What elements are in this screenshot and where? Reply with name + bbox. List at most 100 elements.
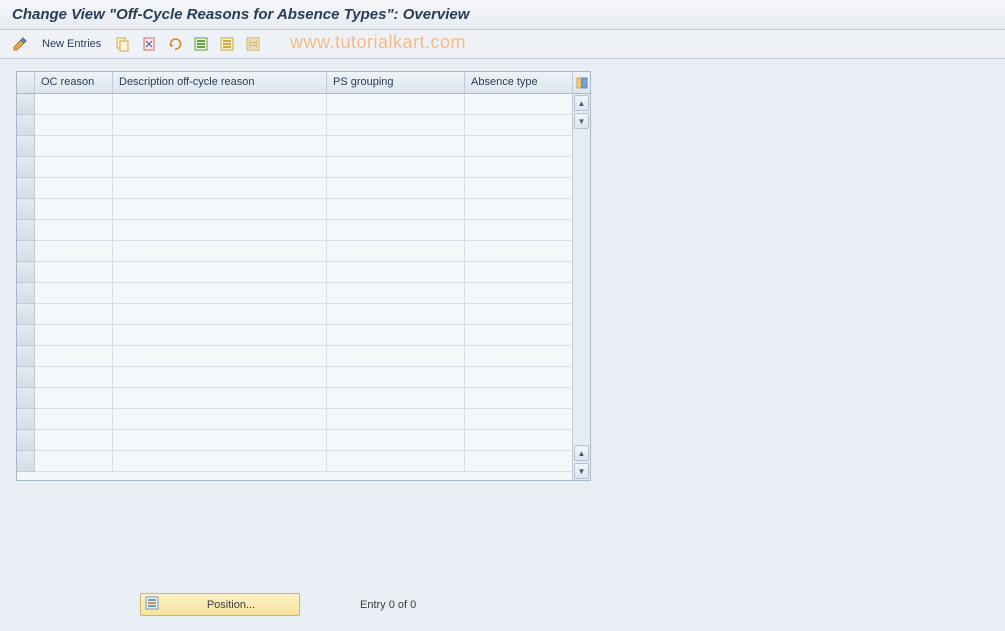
undo-change-icon[interactable]: [165, 34, 185, 54]
table-cell[interactable]: [113, 367, 327, 388]
row-selector[interactable]: [17, 199, 35, 220]
table-cell[interactable]: [465, 136, 572, 157]
table-cell[interactable]: [327, 262, 465, 283]
table-cell[interactable]: [113, 430, 327, 451]
deselect-all-icon[interactable]: [243, 34, 263, 54]
row-selector[interactable]: [17, 136, 35, 157]
table-cell[interactable]: [327, 136, 465, 157]
row-selector[interactable]: [17, 388, 35, 409]
table-cell[interactable]: [35, 388, 113, 409]
table-cell[interactable]: [35, 262, 113, 283]
table-cell[interactable]: [465, 115, 572, 136]
row-selector[interactable]: [17, 409, 35, 430]
table-cell[interactable]: [35, 430, 113, 451]
toggle-display-change-icon[interactable]: [10, 34, 30, 54]
table-cell[interactable]: [113, 262, 327, 283]
table-cell[interactable]: [465, 199, 572, 220]
table-cell[interactable]: [327, 199, 465, 220]
table-cell[interactable]: [327, 241, 465, 262]
table-cell[interactable]: [465, 451, 572, 472]
table-cell[interactable]: [113, 304, 327, 325]
table-cell[interactable]: [35, 325, 113, 346]
table-cell[interactable]: [35, 199, 113, 220]
table-cell[interactable]: [465, 157, 572, 178]
table-cell[interactable]: [327, 283, 465, 304]
table-cell[interactable]: [113, 346, 327, 367]
table-cell[interactable]: [465, 178, 572, 199]
row-selector[interactable]: [17, 241, 35, 262]
table-cell[interactable]: [35, 157, 113, 178]
table-cell[interactable]: [35, 346, 113, 367]
row-selector[interactable]: [17, 430, 35, 451]
table-cell[interactable]: [35, 241, 113, 262]
scroll-up-button[interactable]: ▲: [574, 95, 589, 111]
table-cell[interactable]: [35, 94, 113, 115]
delete-icon[interactable]: [139, 34, 159, 54]
table-cell[interactable]: [113, 115, 327, 136]
table-cell[interactable]: [327, 388, 465, 409]
table-cell[interactable]: [465, 283, 572, 304]
row-selector[interactable]: [17, 304, 35, 325]
table-cell[interactable]: [35, 178, 113, 199]
table-cell[interactable]: [113, 409, 327, 430]
table-cell[interactable]: [327, 346, 465, 367]
table-cell[interactable]: [35, 136, 113, 157]
copy-as-icon[interactable]: [113, 34, 133, 54]
table-cell[interactable]: [35, 409, 113, 430]
table-cell[interactable]: [327, 94, 465, 115]
table-cell[interactable]: [327, 157, 465, 178]
table-settings-icon[interactable]: [573, 72, 590, 94]
table-cell[interactable]: [327, 409, 465, 430]
table-cell[interactable]: [35, 304, 113, 325]
table-cell[interactable]: [465, 325, 572, 346]
row-selector[interactable]: [17, 157, 35, 178]
row-selector[interactable]: [17, 283, 35, 304]
row-selector[interactable]: [17, 346, 35, 367]
table-cell[interactable]: [327, 430, 465, 451]
row-selector[interactable]: [17, 367, 35, 388]
row-selector[interactable]: [17, 178, 35, 199]
select-all-icon[interactable]: [191, 34, 211, 54]
scroll-track[interactable]: [573, 130, 590, 444]
table-cell[interactable]: [327, 367, 465, 388]
table-cell[interactable]: [35, 283, 113, 304]
table-cell[interactable]: [113, 283, 327, 304]
row-selector[interactable]: [17, 220, 35, 241]
table-cell[interactable]: [465, 409, 572, 430]
table-cell[interactable]: [465, 241, 572, 262]
select-block-icon[interactable]: [217, 34, 237, 54]
table-cell[interactable]: [113, 241, 327, 262]
table-cell[interactable]: [465, 367, 572, 388]
table-cell[interactable]: [465, 304, 572, 325]
table-cell[interactable]: [113, 388, 327, 409]
scroll-up-page-button[interactable]: ▼: [574, 113, 589, 129]
table-cell[interactable]: [465, 94, 572, 115]
position-button[interactable]: Position...: [140, 593, 300, 616]
row-selector[interactable]: [17, 115, 35, 136]
table-cell[interactable]: [327, 325, 465, 346]
table-cell[interactable]: [465, 220, 572, 241]
table-cell[interactable]: [35, 367, 113, 388]
table-cell[interactable]: [113, 94, 327, 115]
table-cell[interactable]: [327, 220, 465, 241]
table-cell[interactable]: [35, 115, 113, 136]
table-cell[interactable]: [465, 262, 572, 283]
table-cell[interactable]: [327, 115, 465, 136]
table-cell[interactable]: [113, 451, 327, 472]
table-cell[interactable]: [113, 220, 327, 241]
table-cell[interactable]: [327, 178, 465, 199]
row-selector[interactable]: [17, 451, 35, 472]
row-selector[interactable]: [17, 325, 35, 346]
table-cell[interactable]: [113, 199, 327, 220]
row-selector-header[interactable]: [17, 72, 35, 94]
table-cell[interactable]: [113, 325, 327, 346]
table-cell[interactable]: [113, 136, 327, 157]
column-header-oc-reason[interactable]: OC reason: [35, 72, 113, 94]
table-cell[interactable]: [35, 451, 113, 472]
table-cell[interactable]: [113, 178, 327, 199]
row-selector[interactable]: [17, 94, 35, 115]
column-header-ps-grouping[interactable]: PS grouping: [327, 72, 465, 94]
table-cell[interactable]: [465, 346, 572, 367]
scroll-down-page-button[interactable]: ▲: [574, 445, 589, 461]
table-cell[interactable]: [113, 157, 327, 178]
